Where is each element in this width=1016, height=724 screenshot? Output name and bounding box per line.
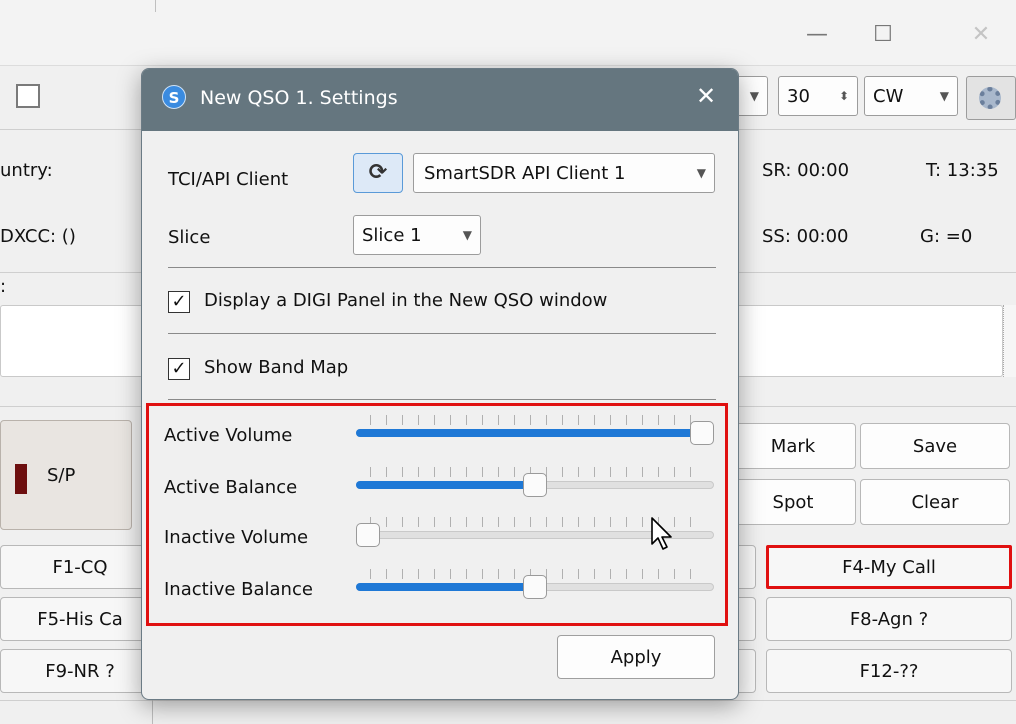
sp-button-label: S/P — [47, 465, 76, 486]
refresh-icon: ⟳ — [368, 160, 388, 185]
field-colon-label: : — [0, 276, 7, 297]
f8-again-button[interactable]: F8-Agn ? — [766, 597, 1012, 641]
step-value: 30 — [787, 85, 810, 107]
digi-panel-checkbox[interactable]: ✓ — [168, 291, 190, 313]
inactive-balance-label: Inactive Balance — [164, 579, 313, 600]
settings-dialog: S New QSO 1. Settings ✕ TCI/API Client ⟳… — [141, 68, 739, 700]
resize-grip[interactable] — [1003, 305, 1016, 377]
divider — [168, 267, 716, 268]
toolbar-checkbox[interactable] — [16, 84, 40, 108]
app-title-bar — [0, 0, 1016, 66]
refresh-button[interactable]: ⟳ — [353, 153, 403, 193]
slice-value: Slice 1 — [362, 224, 422, 246]
mouse-cursor-icon — [651, 517, 672, 550]
active-balance-slider[interactable] — [356, 467, 714, 497]
digi-panel-label: Display a DIGI Panel in the New QSO wind… — [204, 290, 608, 311]
save-button[interactable]: Save — [860, 423, 1010, 469]
active-volume-slider[interactable] — [356, 415, 714, 445]
ss-label: SS: 00:00 — [762, 226, 849, 247]
f1-cq-button[interactable]: F1-CQ — [0, 545, 160, 589]
spinner-arrows-icon[interactable]: ⬍ — [839, 89, 849, 103]
dialog-title-bar: S New QSO 1. Settings ✕ — [142, 69, 738, 131]
band-map-label: Show Band Map — [204, 357, 349, 378]
sr-label: SR: 00:00 — [762, 160, 850, 181]
band-dropdown[interactable]: ▼ — [734, 76, 768, 116]
slice-dropdown[interactable]: Slice 1 ▼ — [353, 215, 481, 255]
country-label: untry: — [0, 160, 53, 181]
g-label: G: =0 — [920, 226, 973, 247]
active-balance-label: Active Balance — [164, 477, 298, 498]
dialog-title: New QSO 1. Settings — [200, 87, 398, 109]
maximize-button[interactable]: ☐ — [868, 20, 898, 50]
mode-dropdown[interactable]: CW ▼ — [864, 76, 958, 116]
chevron-down-icon: ▼ — [749, 89, 759, 103]
divider — [152, 700, 153, 724]
step-spinbox[interactable]: 30 ⬍ — [778, 76, 858, 116]
tci-client-value: SmartSDR API Client 1 — [424, 162, 626, 184]
settings-button[interactable] — [966, 76, 1016, 120]
active-volume-label: Active Volume — [164, 425, 293, 446]
clear-button[interactable]: Clear — [860, 479, 1010, 525]
slider-thumb[interactable] — [690, 421, 714, 445]
f4-my-call-button[interactable]: F4-My Call — [766, 545, 1012, 589]
inactive-balance-slider[interactable] — [356, 569, 714, 599]
time-label: T: 13:35 — [926, 160, 999, 181]
divider — [168, 333, 716, 334]
smartsdr-logo-icon: S — [162, 85, 186, 109]
slider-thumb[interactable] — [356, 523, 380, 547]
close-icon[interactable]: ✕ — [696, 82, 716, 110]
apply-button[interactable]: Apply — [557, 635, 715, 679]
divider — [168, 399, 716, 400]
minimize-button[interactable]: — — [802, 20, 832, 50]
slider-thumb[interactable] — [523, 575, 547, 599]
checkmark-icon: ✓ — [171, 358, 187, 379]
sp-button[interactable]: S/P — [0, 420, 132, 530]
close-window-button[interactable]: ✕ — [966, 20, 996, 50]
f5-his-call-button[interactable]: F5-His Ca — [0, 597, 160, 641]
tci-client-label: TCI/API Client — [168, 169, 289, 190]
gear-icon — [979, 87, 1001, 109]
mark-button[interactable]: Mark — [730, 423, 856, 469]
spot-button[interactable]: Spot — [730, 479, 856, 525]
checkmark-icon: ✓ — [171, 291, 187, 312]
status-indicator — [15, 464, 27, 494]
chevron-down-icon: ▼ — [462, 228, 472, 242]
slider-thumb[interactable] — [523, 473, 547, 497]
tci-client-dropdown[interactable]: SmartSDR API Client 1 ▼ — [413, 153, 715, 193]
mode-value: CW — [873, 85, 904, 107]
f9-nr-button[interactable]: F9-NR ? — [0, 649, 160, 693]
chevron-down-icon: ▼ — [939, 89, 949, 103]
f12-button[interactable]: F12-?? — [766, 649, 1012, 693]
band-map-checkbox[interactable]: ✓ — [168, 358, 190, 380]
chevron-down-icon: ▼ — [696, 166, 706, 180]
divider — [155, 0, 156, 12]
dxcc-label: DXCC: () — [0, 226, 76, 247]
inactive-volume-label: Inactive Volume — [164, 527, 309, 548]
slice-label: Slice — [168, 227, 211, 248]
